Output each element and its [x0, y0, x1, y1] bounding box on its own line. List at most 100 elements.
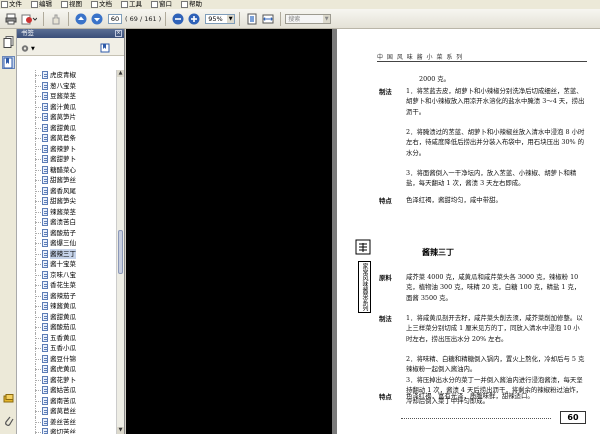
scroll-thumb[interactable]: [118, 230, 123, 274]
bookmark-item[interactable]: 酱汁黄瓜: [17, 101, 117, 112]
bookmark-item[interactable]: 辣酱黄瓜: [17, 301, 117, 312]
bookmark-item[interactable]: 京味八宝: [17, 269, 117, 280]
menu-document[interactable]: 文档: [91, 0, 112, 9]
bookmark-item[interactable]: 酱辣茄子: [17, 290, 117, 301]
bookmark-label: 豆酱菜茎: [50, 92, 76, 101]
bookmark-label: 姜丝苦丝: [50, 417, 76, 426]
bookmark-item[interactable]: 酱辣三丁: [17, 248, 117, 259]
bookmark-label: 酱莴苣条: [50, 134, 76, 143]
attachments-panel-button[interactable]: [2, 414, 15, 427]
bookmark-item[interactable]: 酱莴苣条: [17, 133, 117, 144]
bookmark-item[interactable]: 五香黄瓜: [17, 332, 117, 343]
bookmark-item[interactable]: 酱莴笋片: [17, 112, 117, 123]
bookmark-item[interactable]: 酱香风尾: [17, 185, 117, 196]
close-icon[interactable]: ×: [115, 30, 122, 37]
bookmark-item[interactable]: 豆酱菜茎: [17, 91, 117, 102]
scroll-down-arrow[interactable]: ▼: [117, 427, 124, 434]
new-bookmark-button[interactable]: [100, 43, 110, 55]
bookmark-item[interactable]: 酱豆什锦: [17, 353, 117, 364]
zoom-in-button[interactable]: [187, 12, 201, 26]
bookmark-item[interactable]: 辣酱菜茎: [17, 206, 117, 217]
bookmark-item[interactable]: 酱姑苦瓜: [17, 385, 117, 396]
bookmark-item[interactable]: 酱莴苣丝: [17, 406, 117, 417]
tools-menu-icon: [121, 1, 128, 8]
zoom-select[interactable]: 95% ▼: [205, 13, 236, 24]
tree-branch: [35, 358, 41, 360]
bookmark-item[interactable]: 五香小瓜: [17, 343, 117, 354]
bookmark-label: 酱姑苦瓜: [50, 386, 76, 395]
bookmark-item[interactable]: 酱甜黄瓜: [17, 122, 117, 133]
tree-branch: [35, 264, 41, 265]
options-button[interactable]: ▼: [20, 44, 35, 53]
attach-button[interactable]: [20, 12, 38, 26]
bookmark-item[interactable]: 酱花萝卜: [17, 374, 117, 385]
bookmark-item[interactable]: 姜丝苦丝: [17, 416, 117, 427]
bookmark-item[interactable]: 甜酱笋丝: [17, 175, 117, 186]
page-number: 60: [560, 411, 586, 424]
toolbar: 60 ( 69 / 161 ) 95% ▼ 搜索 ▼: [0, 9, 600, 29]
menu-help[interactable]: 帮助: [181, 0, 202, 9]
bookmark-item[interactable]: 酱渍苦白: [17, 217, 117, 228]
bookmark-label: 香花生菜: [50, 281, 76, 290]
bookmark-item[interactable]: 糖醋菜心: [17, 164, 117, 175]
menu-window[interactable]: 窗口: [151, 0, 172, 9]
bookmark-item[interactable]: 虎皮青椒: [17, 70, 117, 81]
bookmark-label: 酱豆什锦: [50, 354, 76, 363]
pages-panel-button[interactable]: [2, 35, 15, 48]
toolbar-separator: [280, 11, 282, 26]
menu-tools[interactable]: 工具: [121, 0, 142, 9]
page-number-input[interactable]: 60: [108, 13, 122, 24]
bookmark-page-icon: [42, 81, 48, 90]
bookmark-item[interactable]: 香花生菜: [17, 280, 117, 291]
toolbar-separator: [43, 11, 44, 26]
tree-branch: [35, 243, 41, 244]
zoom-in-icon: [188, 13, 200, 24]
bookmark-label: 酱莴苣丝: [50, 407, 76, 416]
search-input[interactable]: 搜索 ▼: [285, 13, 332, 24]
bookmark-page-icon: [42, 323, 48, 332]
print-button[interactable]: [4, 12, 18, 26]
bookmark-item[interactable]: 酱甜黄瓜: [17, 311, 117, 322]
layers-button[interactable]: [2, 392, 15, 405]
next-page-button[interactable]: [90, 12, 104, 26]
bookmark-label: 酱甜黄瓜: [50, 123, 76, 132]
bookmark-item[interactable]: 酱切苦丝: [17, 427, 117, 434]
tree-branch: [35, 285, 41, 286]
layers-icon: [3, 393, 13, 402]
fit-width-button[interactable]: [261, 12, 275, 26]
bookmark-page-icon: [42, 197, 48, 206]
gear-icon: [21, 45, 29, 52]
menu-file[interactable]: 文件: [1, 0, 22, 9]
previous-page-button[interactable]: [74, 12, 88, 26]
bookmark-item[interactable]: 酱南苦瓜: [17, 395, 117, 406]
scroll-up-arrow[interactable]: ▲: [117, 70, 124, 77]
bookmark-item[interactable]: 酱辣萝卜: [17, 143, 117, 154]
document-viewport[interactable]: 中 国 风 味 酱 小 菜 系 列 2000 克。 制法 1．将苤蓝去皮，胡萝卜…: [126, 29, 600, 434]
bookmark-item[interactable]: 酱虎黄瓜: [17, 364, 117, 375]
bookmark-page-icon: [42, 92, 48, 101]
menu-edit[interactable]: 编辑: [31, 0, 52, 9]
bookmarks-scrollbar[interactable]: ▲ ▼: [116, 70, 124, 434]
help-menu-icon: [181, 1, 188, 8]
bookmark-label: 酱酸茄瓜: [50, 323, 76, 332]
bookmark-page-icon: [42, 365, 48, 374]
bookmark-item[interactable]: 酱酸茄瓜: [17, 322, 117, 333]
pdf-page[interactable]: 中 国 风 味 酱 小 菜 系 列 2000 克。 制法 1．将苤蓝去皮，胡萝卜…: [337, 29, 600, 434]
bookmark-item[interactable]: 酱爆三仙: [17, 238, 117, 249]
bookmark-item[interactable]: 葱八宝菜: [17, 80, 117, 91]
bookmark-page-icon: [42, 218, 48, 227]
fit-width-icon: [262, 14, 274, 23]
bookmark-label: 酱爆三仙: [50, 239, 76, 248]
fit-page-button[interactable]: [245, 12, 259, 26]
bookmark-item[interactable]: 酱甜萝卜: [17, 154, 117, 165]
hand-tool-button[interactable]: [49, 12, 63, 26]
bookmark-item[interactable]: 酱酸茄子: [17, 227, 117, 238]
bookmark-label: 五香小瓜: [50, 344, 76, 353]
bookmark-item[interactable]: 甜酱笋尖: [17, 196, 117, 207]
tree-branch: [35, 75, 41, 76]
bookmarks-panel-button[interactable]: [2, 56, 15, 69]
paragraph: 2．将腌渍过的苤蓝、胡萝卜和小辣椒丝放入清水中浸泡 8 小时左右，待咸度降低后捞…: [406, 128, 585, 157]
menu-view[interactable]: 视图: [61, 0, 82, 9]
zoom-out-button[interactable]: [171, 12, 185, 26]
bookmark-item[interactable]: 酱十宝菜: [17, 259, 117, 270]
